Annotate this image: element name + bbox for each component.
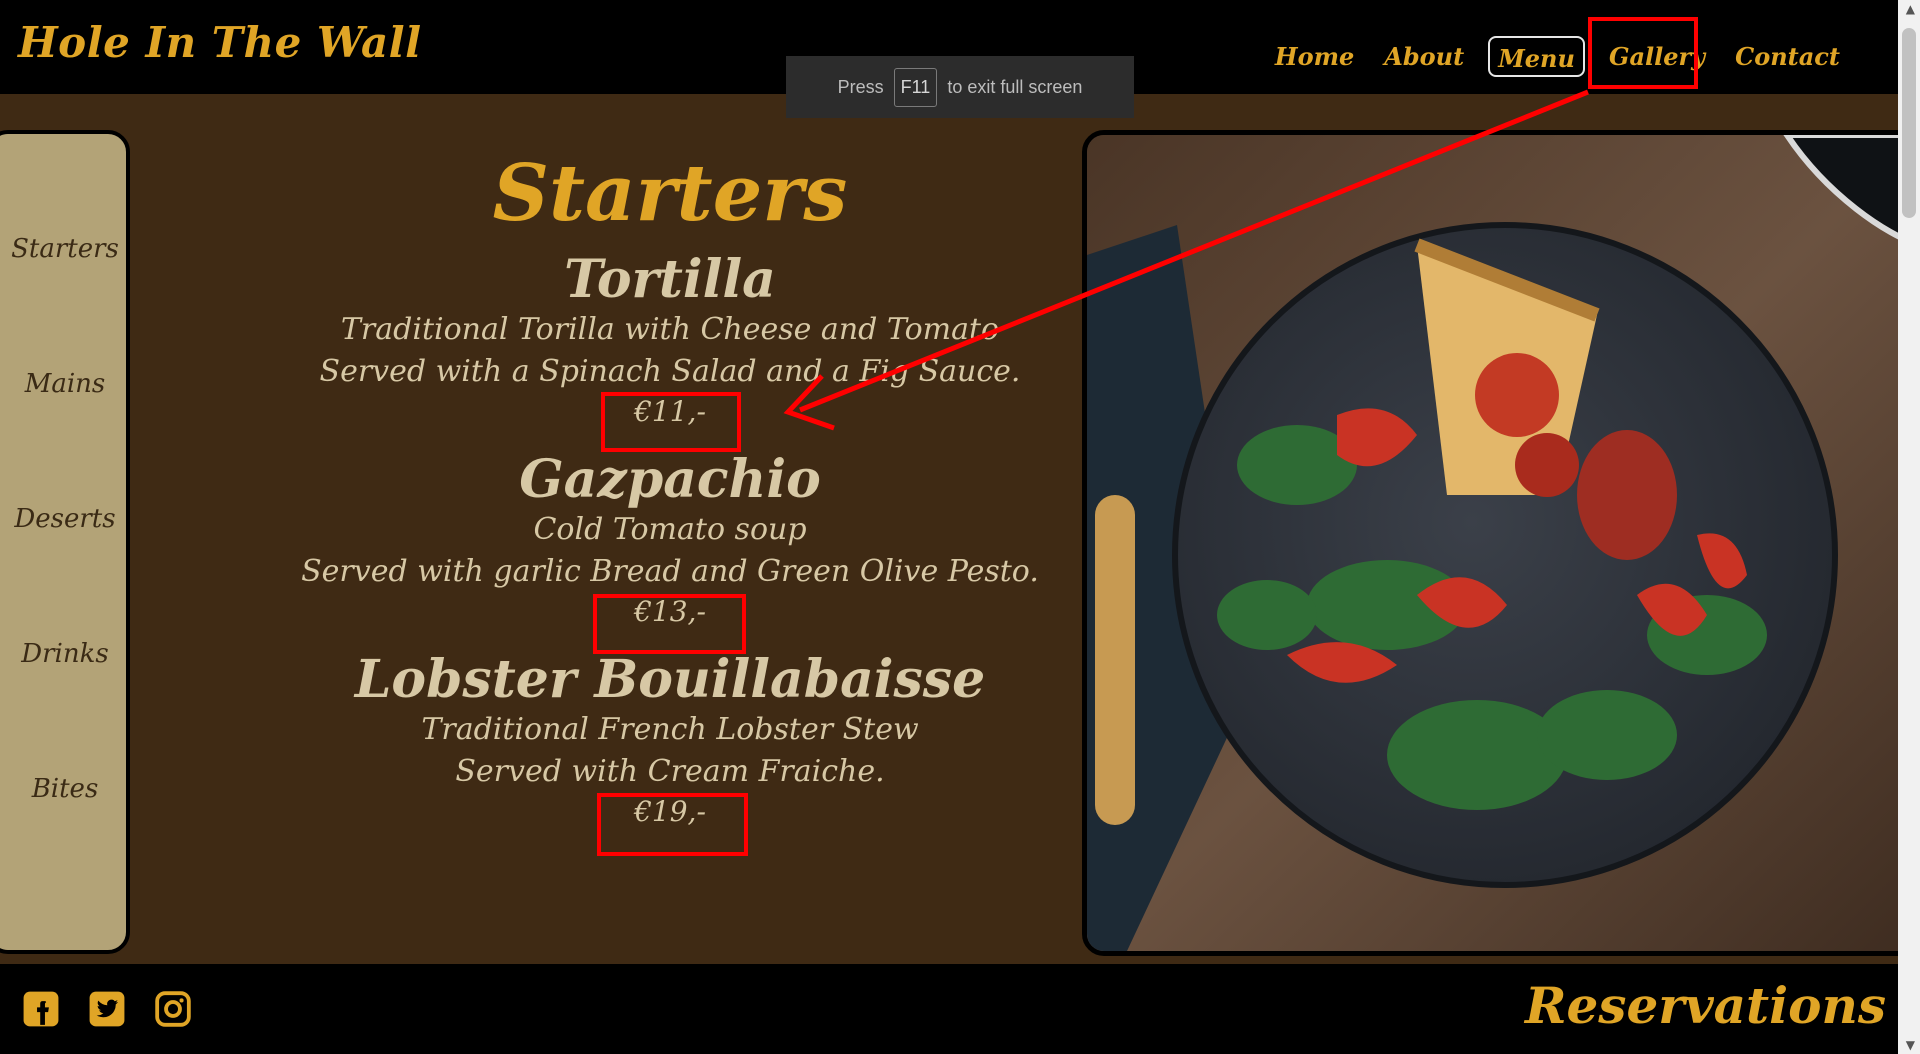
annotation-arrow-icon xyxy=(783,89,1589,431)
